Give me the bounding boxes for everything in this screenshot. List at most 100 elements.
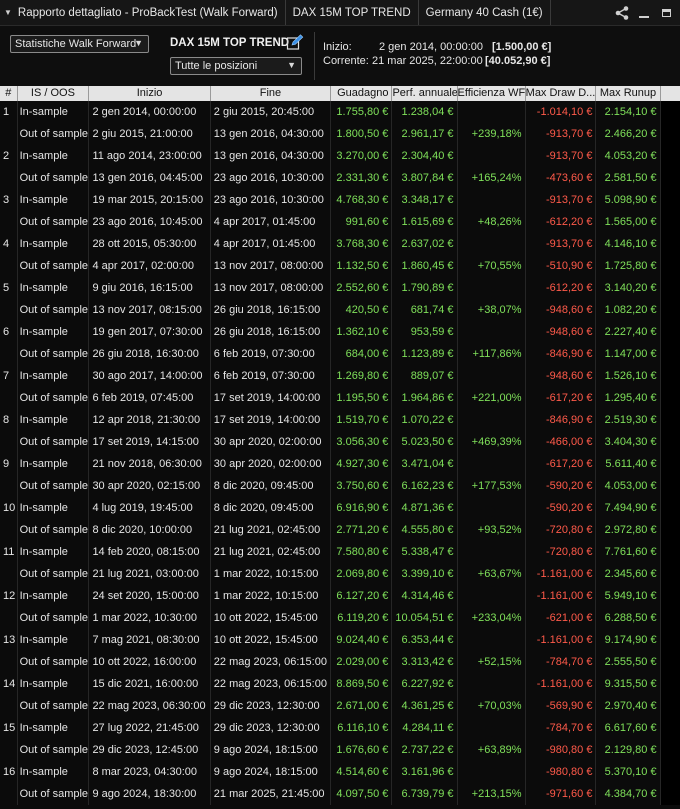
table-row[interactable]: 14 In-sample 15 dic 2021, 16:00:00 22 mag 2… bbox=[0, 673, 680, 695]
table-row[interactable]: 4 In-sample 28 ott 2015, 05:30:00 4 apr 201… bbox=[0, 233, 680, 255]
strategy-title: DAX 15M TOP TREND bbox=[170, 37, 290, 49]
table-row[interactable]: Out of sample 10 ott 2022, 16:00:00 22 mag… bbox=[0, 651, 680, 673]
row-max-runup: 4.053,20 € bbox=[596, 145, 661, 167]
row-wf-efficiency: +63,89% bbox=[458, 739, 526, 761]
row-number bbox=[0, 607, 18, 629]
strategy-tab[interactable]: DAX 15M TOP TREND bbox=[286, 0, 419, 25]
row-wf-efficiency bbox=[458, 717, 526, 739]
scrollbar-gutter bbox=[660, 233, 680, 255]
row-max-drawdown: -971,60 € bbox=[526, 783, 597, 805]
dropdown-triangle-icon[interactable]: ▼ bbox=[4, 8, 12, 17]
table-row[interactable]: Out of sample 22 mag 2023, 06:30:00 29 dic… bbox=[0, 695, 680, 717]
column-header-start[interactable]: Inizio bbox=[89, 86, 211, 101]
row-end: 8 dic 2020, 09:45:00 bbox=[211, 475, 332, 497]
column-header-gain[interactable]: Guadagno bbox=[331, 86, 393, 101]
column-header-end[interactable]: Fine bbox=[211, 86, 332, 101]
scrollbar-gutter bbox=[660, 101, 680, 123]
row-type: Out of sample bbox=[18, 299, 90, 321]
row-gain: 1.269,80 € bbox=[331, 365, 393, 387]
row-number bbox=[0, 299, 18, 321]
column-header-max-runup[interactable]: Max Runup bbox=[596, 86, 661, 101]
table-row[interactable]: Out of sample 1 mar 2022, 10:30:00 10 ott … bbox=[0, 607, 680, 629]
table-row[interactable]: 16 In-sample 8 mar 2023, 04:30:00 9 ago 202… bbox=[0, 761, 680, 783]
row-gain: 9.024,40 € bbox=[331, 629, 393, 651]
table-row[interactable]: Out of sample 30 apr 2020, 02:15:00 8 dic … bbox=[0, 475, 680, 497]
table-row[interactable]: 3 In-sample 19 mar 2015, 20:15:00 23 ago 20… bbox=[0, 189, 680, 211]
column-header-number[interactable]: # bbox=[0, 86, 18, 101]
table-row[interactable]: Out of sample 6 feb 2019, 07:45:00 17 set … bbox=[0, 387, 680, 409]
row-max-drawdown: -590,20 € bbox=[526, 497, 597, 519]
scrollbar-gutter bbox=[660, 145, 680, 167]
maximize-icon[interactable] bbox=[656, 3, 676, 23]
row-start: 8 mar 2023, 04:30:00 bbox=[89, 761, 211, 783]
table-row[interactable]: Out of sample 23 ago 2016, 10:45:00 4 apr … bbox=[0, 211, 680, 233]
row-start: 1 mar 2022, 10:30:00 bbox=[89, 607, 211, 629]
row-gain: 4.097,50 € bbox=[331, 783, 393, 805]
share-icon[interactable] bbox=[612, 3, 632, 23]
table-row[interactable]: Out of sample 13 nov 2017, 08:15:00 26 giu… bbox=[0, 299, 680, 321]
row-wf-efficiency: +70,03% bbox=[458, 695, 526, 717]
row-end: 21 lug 2021, 02:45:00 bbox=[211, 519, 332, 541]
table-row[interactable]: 8 In-sample 12 apr 2018, 21:30:00 17 set 20… bbox=[0, 409, 680, 431]
row-type: Out of sample bbox=[18, 519, 90, 541]
row-annual-perf: 6.739,79 € bbox=[392, 783, 458, 805]
row-number: 4 bbox=[0, 233, 18, 255]
row-type: In-sample bbox=[18, 453, 90, 475]
instrument-tab[interactable]: Germany 40 Cash (1€) bbox=[419, 0, 551, 25]
table-row[interactable]: Out of sample 13 gen 2016, 04:45:00 23 ago… bbox=[0, 167, 680, 189]
column-header-max-drawdown[interactable]: Max Draw D... bbox=[526, 86, 597, 101]
table-row[interactable]: Out of sample 21 lug 2021, 03:00:00 1 mar … bbox=[0, 563, 680, 585]
row-gain: 6.127,20 € bbox=[331, 585, 393, 607]
table-row[interactable]: 9 In-sample 21 nov 2018, 06:30:00 30 apr 20… bbox=[0, 453, 680, 475]
row-annual-perf: 3.348,17 € bbox=[392, 189, 458, 211]
scrollbar-gutter bbox=[660, 783, 680, 805]
column-header-wf-efficiency[interactable]: Efficienza WF bbox=[458, 86, 526, 101]
edit-icon[interactable] bbox=[286, 34, 304, 52]
row-type: Out of sample bbox=[18, 255, 90, 277]
row-gain: 7.580,80 € bbox=[331, 541, 393, 563]
table-row[interactable]: 12 In-sample 24 set 2020, 15:00:00 1 mar 20… bbox=[0, 585, 680, 607]
table-row[interactable]: Out of sample 4 apr 2017, 02:00:00 13 nov … bbox=[0, 255, 680, 277]
row-gain: 2.029,00 € bbox=[331, 651, 393, 673]
toolbar-divider bbox=[314, 32, 315, 80]
row-annual-perf: 2.737,22 € bbox=[392, 739, 458, 761]
table-row[interactable]: Out of sample 2 giu 2015, 21:00:00 13 gen … bbox=[0, 123, 680, 145]
row-start: 13 nov 2017, 08:15:00 bbox=[89, 299, 211, 321]
row-max-runup: 2.345,60 € bbox=[596, 563, 661, 585]
table-row[interactable]: Out of sample 29 dic 2023, 12:45:00 9 ago … bbox=[0, 739, 680, 761]
table-row[interactable]: Out of sample 26 giu 2018, 16:30:00 6 feb … bbox=[0, 343, 680, 365]
table-row[interactable]: Out of sample 8 dic 2020, 10:00:00 21 lug … bbox=[0, 519, 680, 541]
row-annual-perf: 4.284,11 € bbox=[392, 717, 458, 739]
row-start: 21 lug 2021, 03:00:00 bbox=[89, 563, 211, 585]
table-row[interactable]: Out of sample 17 set 2019, 14:15:00 30 apr… bbox=[0, 431, 680, 453]
row-number: 3 bbox=[0, 189, 18, 211]
table-row[interactable]: 2 In-sample 11 ago 2014, 23:00:00 13 gen 20… bbox=[0, 145, 680, 167]
table-row[interactable]: Out of sample 9 ago 2024, 18:30:00 21 mar … bbox=[0, 783, 680, 805]
table-row[interactable]: 11 In-sample 14 feb 2020, 08:15:00 21 lug 2… bbox=[0, 541, 680, 563]
table-row[interactable]: 6 In-sample 19 gen 2017, 07:30:00 26 giu 20… bbox=[0, 321, 680, 343]
row-wf-efficiency bbox=[458, 629, 526, 651]
row-number bbox=[0, 739, 18, 761]
column-header-annual-perf[interactable]: Perf. annuale bbox=[392, 86, 458, 101]
row-wf-efficiency bbox=[458, 453, 526, 475]
scrollbar-gutter bbox=[660, 541, 680, 563]
row-wf-efficiency: +117,86% bbox=[458, 343, 526, 365]
table-row[interactable]: 7 In-sample 30 ago 2017, 14:00:00 6 feb 201… bbox=[0, 365, 680, 387]
row-number bbox=[0, 255, 18, 277]
column-header-is-oos[interactable]: IS / OOS bbox=[18, 86, 90, 101]
row-wf-efficiency bbox=[458, 409, 526, 431]
row-wf-efficiency: +221,00% bbox=[458, 387, 526, 409]
table-row[interactable]: 13 In-sample 7 mag 2021, 08:30:00 10 ott 20… bbox=[0, 629, 680, 651]
positions-select[interactable]: Tutte le posizioni ▼ bbox=[170, 57, 302, 75]
table-row[interactable]: 10 In-sample 4 lug 2019, 19:45:00 8 dic 202… bbox=[0, 497, 680, 519]
row-type: In-sample bbox=[18, 717, 90, 739]
row-wf-efficiency bbox=[458, 189, 526, 211]
table-row[interactable]: 1 In-sample 2 gen 2014, 00:00:00 2 giu 2015… bbox=[0, 101, 680, 123]
row-start: 30 ago 2017, 14:00:00 bbox=[89, 365, 211, 387]
minimize-icon[interactable] bbox=[634, 3, 654, 23]
table-row[interactable]: 5 In-sample 9 giu 2016, 16:15:00 13 nov 201… bbox=[0, 277, 680, 299]
report-tab[interactable]: ▼ Rapporto dettagliato - ProBackTest (Wa… bbox=[0, 0, 286, 25]
view-select[interactable]: Statistiche Walk Forward ▼ bbox=[10, 35, 149, 53]
row-wf-efficiency: +93,52% bbox=[458, 519, 526, 541]
table-row[interactable]: 15 In-sample 27 lug 2022, 21:45:00 29 dic 2… bbox=[0, 717, 680, 739]
